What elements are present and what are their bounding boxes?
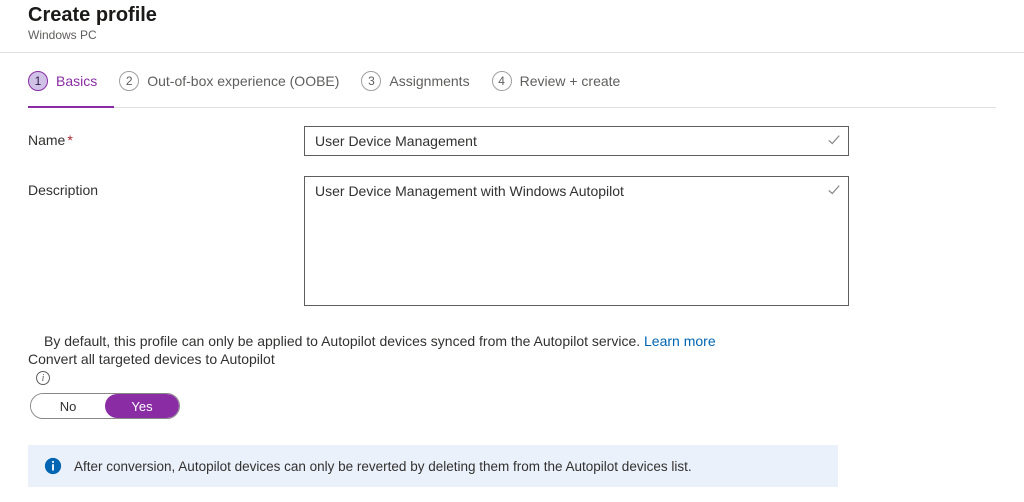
label-name-text: Name <box>28 132 65 148</box>
helper-block: By default, this profile can only be app… <box>28 333 996 419</box>
description-field-wrap <box>304 176 849 309</box>
page-header: Create profile Windows PC <box>0 0 1024 53</box>
label-description: Description <box>28 176 304 198</box>
tab-label: Out-of-box experience (OOBE) <box>147 73 339 89</box>
banner-text: After conversion, Autopilot devices can … <box>74 459 692 474</box>
check-icon <box>827 133 841 147</box>
tab-assignments[interactable]: 3 Assignments <box>361 71 469 97</box>
toggle-no[interactable]: No <box>31 394 105 418</box>
info-icon[interactable]: i <box>36 371 50 385</box>
row-name: Name* <box>28 126 996 156</box>
convert-toggle[interactable]: No Yes <box>30 393 180 419</box>
tab-step-badge: 3 <box>361 71 381 91</box>
label-description-text: Description <box>28 182 98 198</box>
info-banner: After conversion, Autopilot devices can … <box>28 445 838 487</box>
row-description: Description <box>28 176 996 309</box>
info-icon <box>44 457 62 475</box>
required-asterisk: * <box>67 132 72 148</box>
description-input[interactable] <box>304 176 849 306</box>
tab-label: Review + create <box>520 73 621 89</box>
label-name: Name* <box>28 126 304 148</box>
toggle-yes[interactable]: Yes <box>105 394 179 418</box>
tab-label: Assignments <box>389 73 469 89</box>
tab-oobe[interactable]: 2 Out-of-box experience (OOBE) <box>119 71 339 97</box>
learn-more-link[interactable]: Learn more <box>644 333 716 349</box>
helper-text-line: By default, this profile can only be app… <box>28 333 996 349</box>
name-field-wrap <box>304 126 849 156</box>
tab-label: Basics <box>56 73 97 89</box>
tab-step-badge: 2 <box>119 71 139 91</box>
name-input[interactable] <box>304 126 849 156</box>
page-subtitle: Windows PC <box>28 28 996 42</box>
helper-default-text: By default, this profile can only be app… <box>44 333 644 349</box>
tab-step-badge: 4 <box>492 71 512 91</box>
active-tab-underline <box>28 106 114 108</box>
page-title: Create profile <box>28 4 996 27</box>
tab-review-create[interactable]: 4 Review + create <box>492 71 621 97</box>
tab-basics[interactable]: 1 Basics <box>28 71 97 97</box>
wizard-tabs: 1 Basics 2 Out-of-box experience (OOBE) … <box>28 53 996 108</box>
check-icon <box>827 183 841 197</box>
convert-label: Convert all targeted devices to Autopilo… <box>28 351 996 367</box>
tab-step-badge: 1 <box>28 71 48 91</box>
